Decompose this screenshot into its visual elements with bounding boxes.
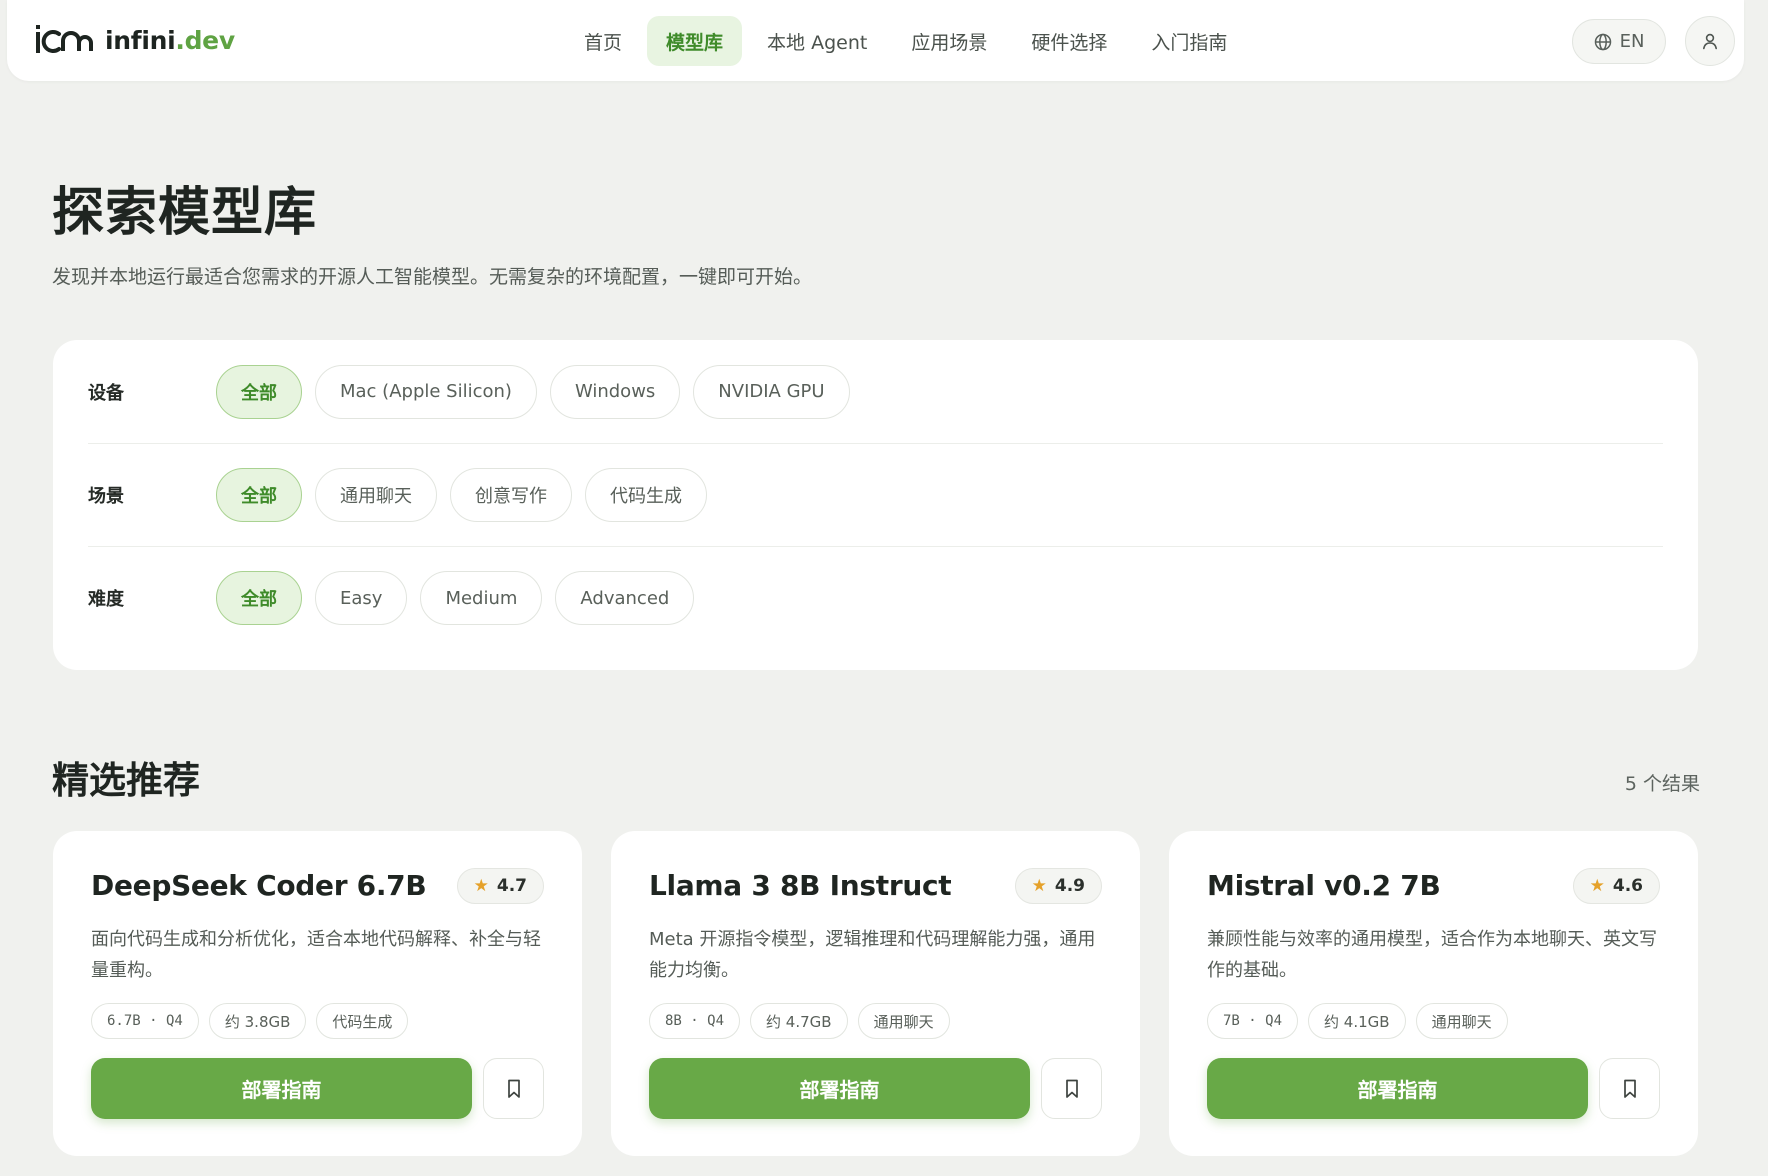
filter-chip-difficulty-medium[interactable]: Medium	[420, 571, 543, 625]
nav-link-use-cases[interactable]: 应用场景	[892, 16, 1006, 66]
filter-label-difficulty: 难度	[88, 589, 124, 610]
filter-label-device: 设备	[88, 382, 124, 404]
language-label: EN	[1619, 31, 1645, 52]
result-count: 5 个结果	[1624, 773, 1700, 795]
page-title: 探索模型库	[52, 183, 318, 243]
filter-chip-scenario-all[interactable]: 全部	[216, 468, 302, 522]
bookmark-icon	[1065, 1079, 1078, 1098]
tag-category: 通用聊天	[857, 1003, 950, 1039]
bookmark-button[interactable]	[1599, 1058, 1660, 1119]
page-subtitle: 发现并本地运行最适合您需求的开源人工智能模型。无需复杂的环境配置，一键即可开始。	[52, 266, 813, 288]
model-card: Llama 3 8B Instruct ★ 4.9 Meta 开源指令模型，逻辑…	[611, 831, 1140, 1156]
filter-chip-device-mac[interactable]: Mac (Apple Silicon)	[315, 364, 537, 419]
rating-value: 4.9	[1054, 876, 1085, 896]
filter-chip-device-windows[interactable]: Windows	[549, 364, 681, 419]
tag-disk-size: 约 4.1GB	[1308, 1003, 1406, 1039]
bookmark-button[interactable]	[1041, 1058, 1102, 1119]
language-button[interactable]: EN	[1572, 19, 1666, 64]
model-name: Llama 3 8B Instruct	[649, 869, 952, 902]
logo-mark-icon	[36, 25, 93, 53]
rating-value: 4.7	[496, 876, 527, 896]
filter-row-scenario: 场景 全部 通用聊天 创意写作 代码生成	[88, 443, 1663, 546]
model-tags: 8B · Q4 约 4.7GB 通用聊天	[649, 1003, 950, 1039]
model-description: 面向代码生成和分析优化，适合本地代码解释、补全与轻量重构。	[91, 929, 541, 981]
rating-badge: ★ 4.6	[1572, 868, 1660, 904]
filter-chip-scenario-chat[interactable]: 通用聊天	[315, 468, 437, 522]
star-icon: ★	[1031, 876, 1047, 896]
filter-row-difficulty: 难度 全部 Easy Medium Advanced	[88, 546, 1663, 649]
rating-badge: ★ 4.9	[1014, 868, 1102, 904]
filter-chip-difficulty-all[interactable]: 全部	[216, 571, 302, 625]
filter-chip-device-all[interactable]: 全部	[216, 364, 302, 419]
tag-size-quant: 8B · Q4	[649, 1003, 741, 1039]
filter-chip-scenario-code[interactable]: 代码生成	[585, 468, 707, 522]
top-navigation: infini.dev 首页 模型库 本地 Agent 应用场景 硬件选择 入门指…	[7, 0, 1744, 81]
model-description: Meta 开源指令模型，逻辑推理和代码理解能力强，通用能力均衡。	[649, 929, 1096, 981]
deploy-guide-button[interactable]: 部署指南	[649, 1058, 1030, 1119]
model-card-list: DeepSeek Coder 6.7B ★ 4.7 面向代码生成和分析优化，适合…	[53, 831, 1698, 1156]
logo-text: infini.dev	[105, 25, 235, 55]
filter-panel: 设备 全部 Mac (Apple Silicon) Windows NVIDIA…	[53, 340, 1698, 670]
model-name: DeepSeek Coder 6.7B	[91, 869, 427, 902]
bookmark-icon	[1623, 1079, 1636, 1098]
tag-size-quant: 6.7B · Q4	[91, 1003, 199, 1039]
tag-disk-size: 约 4.7GB	[750, 1003, 848, 1039]
filter-chip-scenario-writing[interactable]: 创意写作	[450, 468, 572, 522]
user-icon	[1703, 33, 1717, 50]
user-account-button[interactable]	[1685, 16, 1735, 66]
model-tags: 6.7B · Q4 约 3.8GB 代码生成	[91, 1003, 409, 1039]
tag-category: 代码生成	[316, 1003, 409, 1039]
nav-link-getting-started[interactable]: 入门指南	[1132, 16, 1246, 66]
model-card: Mistral v0.2 7B ★ 4.6 兼顾性能与效率的通用模型，适合作为本…	[1169, 831, 1698, 1156]
star-icon: ★	[473, 876, 489, 896]
tag-size-quant: 7B · Q4	[1207, 1003, 1299, 1039]
star-icon: ★	[1589, 876, 1605, 896]
tag-category: 通用聊天	[1415, 1003, 1508, 1039]
nav-link-model-library[interactable]: 模型库	[647, 16, 743, 66]
logo[interactable]: infini.dev	[35, 22, 235, 58]
nav-link-home[interactable]: 首页	[565, 16, 641, 66]
filter-chip-difficulty-easy[interactable]: Easy	[315, 571, 408, 625]
model-name: Mistral v0.2 7B	[1207, 869, 1441, 902]
tag-disk-size: 约 3.8GB	[208, 1003, 307, 1039]
deploy-guide-button[interactable]: 部署指南	[1207, 1058, 1588, 1119]
model-tags: 7B · Q4 约 4.1GB 通用聊天	[1207, 1003, 1508, 1039]
filter-label-scenario: 场景	[88, 486, 124, 507]
section-title: 精选推荐	[52, 759, 200, 802]
nav-links: 首页 模型库 本地 Agent 应用场景 硬件选择 入门指南	[565, 16, 1252, 66]
model-description: 兼顾性能与效率的通用模型，适合作为本地聊天、英文写作的基础。	[1207, 929, 1657, 981]
bookmark-button[interactable]	[483, 1058, 544, 1119]
nav-link-local-agent[interactable]: 本地 Agent	[748, 16, 886, 66]
rating-value: 4.6	[1612, 876, 1643, 896]
nav-link-hardware[interactable]: 硬件选择	[1012, 16, 1126, 66]
bookmark-icon	[507, 1079, 520, 1098]
rating-badge: ★ 4.7	[456, 868, 544, 904]
filter-chip-device-nvidia[interactable]: NVIDIA GPU	[693, 364, 850, 419]
filter-chip-difficulty-advanced[interactable]: Advanced	[555, 571, 695, 625]
globe-icon	[1594, 33, 1611, 50]
model-card: DeepSeek Coder 6.7B ★ 4.7 面向代码生成和分析优化，适合…	[53, 831, 582, 1156]
filter-row-device: 设备 全部 Mac (Apple Silicon) Windows NVIDIA…	[88, 340, 1663, 443]
deploy-guide-button[interactable]: 部署指南	[91, 1058, 472, 1119]
